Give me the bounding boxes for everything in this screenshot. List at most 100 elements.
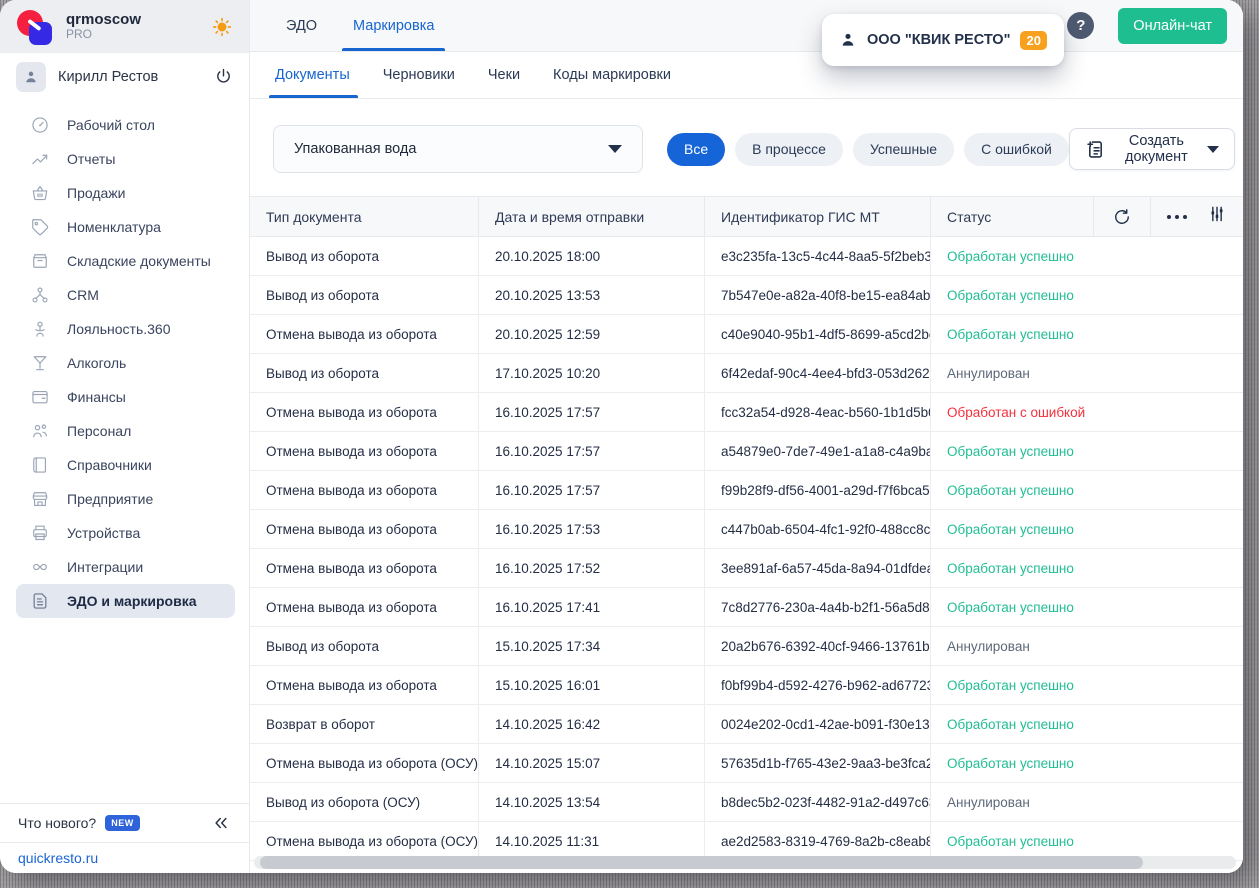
horizontal-scrollbar-thumb[interactable] [260,856,1143,869]
collapse-sidebar-icon[interactable] [211,813,231,833]
sub-tab[interactable]: Коды маркировки [551,52,673,98]
app-logo [16,8,54,46]
sidebar-item[interactable]: Продажи [16,176,235,210]
cell-gis-id: 6f42edaf-90c4-4ee4-bfd3-053d262... [704,354,930,392]
company-name: ООО "КВИК РЕСТО" [867,32,1011,48]
sidebar-item[interactable]: CRM [16,278,235,312]
cell-status: Обработан успешно [930,822,1243,860]
sidebar-item[interactable]: Справочники [16,448,235,482]
cell-doc-type: Отмена вывода из оборота [266,599,437,615]
company-selector[interactable]: ООО "КВИК РЕСТО" 20 [822,14,1064,66]
sidebar-item[interactable]: Рабочий стол [16,108,235,142]
product-group-select[interactable]: Упакованная вода [273,125,643,173]
top-tab[interactable]: Маркировка [342,0,446,51]
cell-status: Обработан успешно [930,276,1243,314]
table-row[interactable]: Вывод из оборота (ОСУ) 14.10.2025 13:54 … [250,783,1243,822]
current-user-row[interactable]: Кирилл Рестов [0,53,249,100]
sidebar-item[interactable]: Отчеты [16,142,235,176]
sub-tab[interactable]: Черновики [381,52,457,98]
cell-doc-type: Вывод из оборота [266,287,380,303]
logout-power-icon[interactable] [214,67,233,86]
theme-toggle-sun-icon[interactable] [211,16,233,38]
cell-sent-at: 20.10.2025 13:53 [478,276,704,314]
table-row[interactable]: Вывод из оборота 17.10.2025 10:20 6f42ed… [250,354,1243,393]
warehouse-icon [30,251,50,271]
cell-status: Аннулирован [930,783,1243,821]
cell-gis-id: 3ee891af-6a57-45da-8a94-01dfdea... [704,549,930,587]
brand-text: qrmoscow PRO [66,11,199,42]
create-document-button[interactable]: Создать документ [1068,128,1235,170]
create-document-label: Создать документ [1125,133,1188,165]
cell-doc-type: Отмена вывода из оборота [266,677,437,693]
cell-doc-type: Вывод из оборота (ОСУ) [266,794,421,810]
cell-status: Обработан успешно [930,744,1243,782]
col-doc-type[interactable]: Тип документа [250,197,478,236]
whats-new-link[interactable]: Что нового? [18,815,96,831]
table-row[interactable]: Вывод из оборота 15.10.2025 17:34 20a2b6… [250,627,1243,666]
table-row[interactable]: Отмена вывода из оборота 20.10.2025 12:5… [250,315,1243,354]
sidebar-item[interactable]: Алкоголь [16,346,235,380]
cell-doc-type: Отмена вывода из оборота [266,326,437,342]
sidebar-item[interactable]: Финансы [16,380,235,414]
col-status[interactable]: Статус [930,197,1093,236]
table-row[interactable]: Отмена вывода из оборота 16.10.2025 17:5… [250,393,1243,432]
sidebar-item[interactable]: ЭДО и маркировка [16,584,235,618]
col-sent-at[interactable]: Дата и время отправки [478,197,704,236]
devices-icon [30,523,50,543]
cell-doc-type: Вывод из оборота [266,248,380,264]
sidebar-item[interactable]: Лояльность.360 [16,312,235,346]
cell-status: Обработан успешно [930,705,1243,743]
sidebar-item[interactable]: Персонал [16,414,235,448]
table-row[interactable]: Отмена вывода из оборота 16.10.2025 17:5… [250,549,1243,588]
sidebar-item-label: ЭДО и маркировка [67,593,197,609]
site-link[interactable]: quickresto.ru [18,850,98,866]
sub-tab[interactable]: Чеки [486,52,522,98]
product-group-value: Упакованная вода [294,141,417,157]
sidebar-item-label: Отчеты [67,151,116,167]
sidebar-item[interactable]: Устройства [16,516,235,550]
table-row[interactable]: Вывод из оборота 20.10.2025 13:53 7b547e… [250,276,1243,315]
sidebar-item[interactable]: Предприятие [16,482,235,516]
chevron-down-icon [1207,145,1219,153]
table-row[interactable]: Отмена вывода из оборота (ОСУ) 14.10.202… [250,744,1243,783]
table-row[interactable]: Возврат в оборот 14.10.2025 16:42 0024e2… [250,705,1243,744]
table-row[interactable]: Отмена вывода из оборота 16.10.2025 17:5… [250,510,1243,549]
sales-icon [30,183,50,203]
status-pill[interactable]: В процессе [735,132,843,166]
reports-icon [30,149,50,169]
col-gis-id[interactable]: Идентификатор ГИС МТ [704,197,930,236]
sidebar-item[interactable]: Номенклатура [16,210,235,244]
top-tab[interactable]: ЭДО [283,0,320,51]
table-row[interactable]: Вывод из оборота 20.10.2025 18:00 e3c235… [250,237,1243,276]
finance-icon [30,387,50,407]
cell-gis-id: 7c8d2776-230a-4a4b-b2f1-56a5d89... [704,588,930,626]
sub-tab[interactable]: Документы [269,52,358,98]
online-chat-button[interactable]: Онлайн-чат [1118,7,1227,44]
cell-gis-id: 57635d1b-f765-43e2-9aa3-be3fca2... [704,744,930,782]
cell-gis-id: 7b547e0e-a82a-40f8-be15-ea84ab9... [704,276,930,314]
sidebar-item[interactable]: Интеграции [16,550,235,584]
sidebar-item[interactable]: Складские документы [16,244,235,278]
loyalty-icon [30,319,50,339]
cell-gis-id: 20a2b676-6392-40cf-9466-13761b... [704,627,930,665]
table-row[interactable]: Отмена вывода из оборота 16.10.2025 17:4… [250,588,1243,627]
sidebar-item-label: Устройства [67,525,141,541]
sidebar-item-label: Продажи [67,185,126,201]
table-row[interactable]: Отмена вывода из оборота 15.10.2025 16:0… [250,666,1243,705]
table-row[interactable]: Отмена вывода из оборота 16.10.2025 17:5… [250,432,1243,471]
topbar: ЭДО Маркировка Выход ? Онлайн-чат [250,0,1243,52]
status-pill[interactable]: С ошибкой [964,132,1069,166]
status-filter-pills: Все В процессе Успешные С ошибкой [667,132,1069,166]
more-actions-icon[interactable] [1167,214,1187,219]
status-pill[interactable]: Все [667,132,726,166]
help-icon[interactable]: ? [1067,12,1095,39]
status-pill[interactable]: Успешные [852,132,955,166]
cell-doc-type: Отмена вывода из оборота (ОСУ) [266,833,478,849]
cell-gis-id: a54879e0-7de7-49e1-a1a8-c4a9ba... [704,432,930,470]
person-icon [839,31,857,49]
refresh-icon[interactable] [1093,197,1150,236]
column-settings-icon[interactable] [1207,204,1227,229]
cell-doc-type: Отмена вывода из оборота [266,560,437,576]
table-row[interactable]: Отмена вывода из оборота 16.10.2025 17:5… [250,471,1243,510]
cell-sent-at: 16.10.2025 17:57 [478,471,704,509]
